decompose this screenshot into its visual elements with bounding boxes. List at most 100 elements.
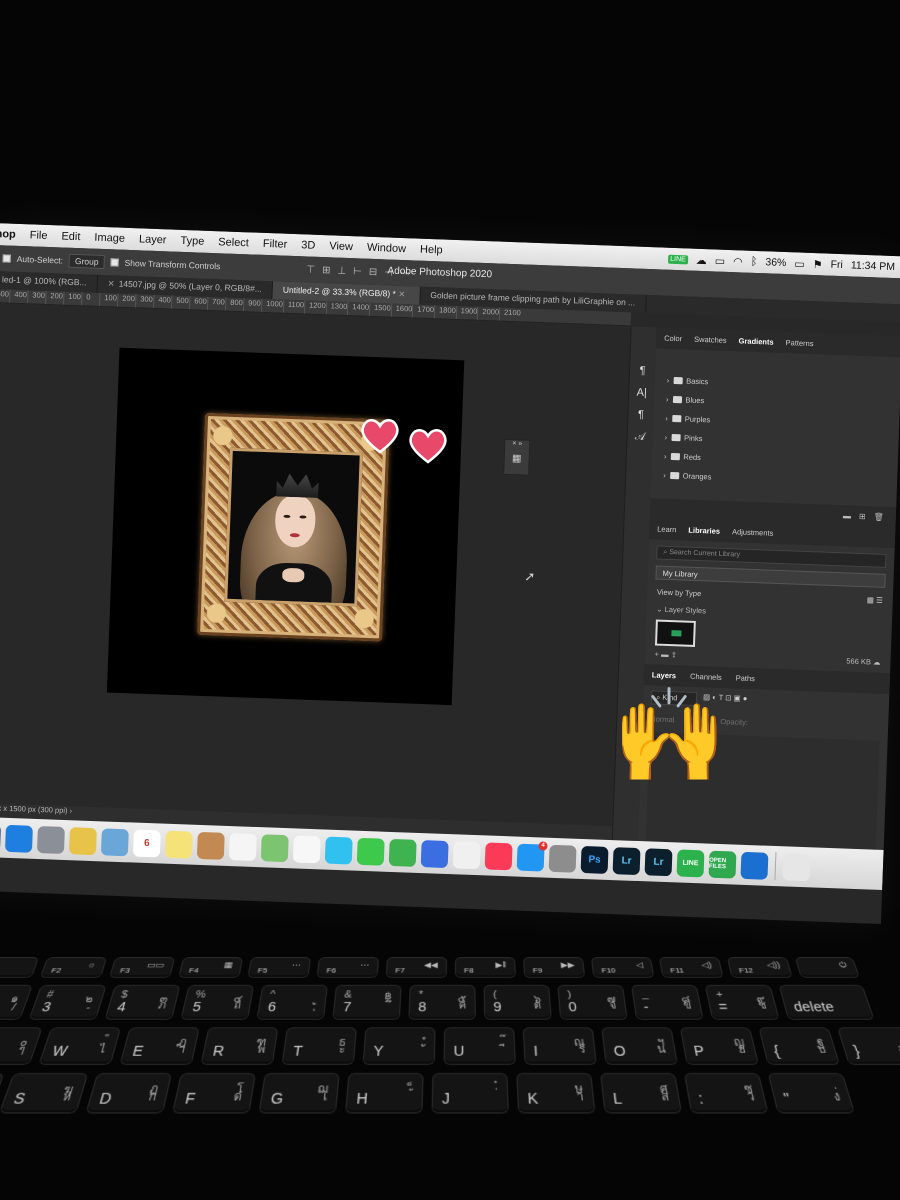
key-j[interactable]: J๋่ bbox=[432, 1074, 508, 1113]
dock-lightroom-icon[interactable]: Lr bbox=[644, 847, 673, 876]
chevron-right-icon[interactable]: › bbox=[664, 433, 667, 442]
dock-quicktime-icon[interactable] bbox=[740, 851, 769, 880]
bluetooth-icon[interactable]: ᛒ bbox=[751, 256, 758, 268]
key-6[interactable]: ^ 6ูุ bbox=[257, 985, 327, 1019]
key-0[interactable]: ) 0 ๗จ bbox=[558, 985, 627, 1019]
align-vcenter-icon[interactable]: ⊞ bbox=[322, 265, 331, 276]
key-f11[interactable]: ◁) F11 bbox=[660, 958, 723, 977]
new-gradient-icon[interactable]: ⊞ bbox=[859, 512, 866, 521]
tab-adjustments[interactable]: Adjustments bbox=[732, 527, 774, 538]
dock-music-icon[interactable] bbox=[484, 841, 513, 870]
status-chevron-icon[interactable]: › bbox=[69, 806, 72, 815]
cloud-icon[interactable]: ☁ bbox=[873, 658, 881, 667]
layer-style-thumbnail[interactable] bbox=[654, 619, 696, 647]
key-u[interactable]: U๊ี bbox=[444, 1028, 515, 1064]
key-f[interactable]: Fโด bbox=[173, 1074, 255, 1113]
dock-news-icon[interactable] bbox=[452, 840, 481, 869]
dock-maps-icon[interactable] bbox=[260, 833, 289, 862]
dock-calendar-icon[interactable]: 6 bbox=[132, 829, 161, 858]
tab-libraries[interactable]: Libraries bbox=[688, 526, 720, 536]
collapsed-properties-panel[interactable]: × » ▦ bbox=[503, 438, 531, 476]
close-tab-icon[interactable]: ✕ bbox=[107, 278, 114, 288]
grid-view-icon[interactable]: ▦ ☰ bbox=[867, 595, 883, 605]
key-g[interactable]: Gฌเ bbox=[259, 1074, 339, 1113]
dock-launchpad-icon[interactable] bbox=[36, 825, 65, 854]
key-f6[interactable]: ⋯ F6 bbox=[317, 958, 378, 977]
tab-color[interactable]: Color bbox=[664, 334, 682, 344]
tab-swatches[interactable]: Swatches bbox=[694, 335, 727, 345]
auto-select-checkbox[interactable] bbox=[2, 254, 11, 263]
canvas-workspace[interactable]: × » ▦ ➚ bbox=[0, 302, 631, 827]
key-t[interactable]: Tธะ bbox=[282, 1028, 356, 1064]
key-{[interactable]: {ฐบ bbox=[759, 1028, 839, 1064]
dock-open-files-icon[interactable]: OPEN FILES bbox=[708, 850, 737, 879]
key-2[interactable]: @2๑/ bbox=[0, 985, 32, 1019]
key-e[interactable]: Eฎำ bbox=[120, 1028, 199, 1064]
dock-system-preferences-icon[interactable] bbox=[548, 844, 577, 873]
tab-patterns[interactable]: Patterns bbox=[785, 338, 813, 348]
paragraph-styles-icon[interactable]: ¶ bbox=[638, 409, 644, 421]
menu-window[interactable]: Window bbox=[360, 241, 414, 255]
key-f12[interactable]: ◁)) F12 bbox=[728, 958, 792, 977]
align-left-icon[interactable]: ⊢ bbox=[353, 266, 362, 277]
key--[interactable]: _ -๘ข bbox=[632, 985, 703, 1019]
key-f3[interactable]: ▭▭ F3 bbox=[110, 958, 174, 977]
key-d[interactable]: Dฏก bbox=[86, 1074, 171, 1113]
key-l[interactable]: Lศส bbox=[601, 1074, 681, 1113]
key-r[interactable]: Rฑพ bbox=[201, 1028, 278, 1064]
flag-icon[interactable]: ⚑ bbox=[813, 258, 823, 271]
tab-gradients[interactable]: Gradients bbox=[738, 336, 773, 346]
key-f8[interactable]: ▶‖ F8 bbox=[455, 958, 515, 977]
tab-channels[interactable]: Channels bbox=[690, 672, 722, 682]
dock-siri-icon[interactable] bbox=[0, 823, 1, 852]
key-3[interactable]: #3 ๒- bbox=[29, 985, 106, 1019]
tab-layers[interactable]: Layers bbox=[652, 670, 677, 680]
key-power[interactable]: ⏻ bbox=[796, 958, 859, 977]
key-o[interactable]: Oฯน bbox=[602, 1028, 677, 1064]
key-f5[interactable]: ⋯ F5 bbox=[248, 958, 310, 977]
chevron-right-icon[interactable]: › bbox=[667, 376, 670, 385]
chevron-right-icon[interactable]: › bbox=[664, 452, 667, 461]
creative-cloud-icon[interactable]: ☁ bbox=[696, 253, 707, 266]
dock-messages-icon[interactable] bbox=[324, 836, 353, 865]
key-i[interactable]: Iณร bbox=[523, 1028, 596, 1064]
menu-layer[interactable]: Layer bbox=[132, 233, 174, 247]
dock-trash-icon[interactable] bbox=[782, 852, 811, 881]
tab-paths[interactable]: Paths bbox=[736, 673, 756, 683]
menu-select[interactable]: Select bbox=[211, 236, 256, 250]
tab-learn[interactable]: Learn bbox=[657, 525, 677, 535]
library-search-input[interactable]: ⌕ Search Current Library bbox=[656, 545, 887, 568]
key-h[interactable]: H็้ bbox=[346, 1074, 423, 1113]
key-}[interactable]: }, ล bbox=[838, 1028, 900, 1064]
menu-type[interactable]: Type bbox=[173, 235, 211, 248]
auto-select-dropdown[interactable]: Group bbox=[68, 253, 105, 270]
key-s[interactable]: Sฆห bbox=[0, 1074, 87, 1113]
collapse-arrows-icon[interactable]: × » bbox=[505, 440, 529, 448]
dock-line-icon[interactable]: LINE bbox=[676, 848, 705, 877]
key-f1[interactable]: F1 bbox=[0, 958, 39, 977]
wifi-icon[interactable]: ◠ bbox=[733, 255, 743, 268]
app-menu-photoshop[interactable]: hop bbox=[0, 228, 23, 241]
align-bottom-icon[interactable]: ⊥ bbox=[337, 265, 346, 276]
document-canvas[interactable] bbox=[106, 347, 465, 706]
dock-sketchbook-icon[interactable] bbox=[68, 826, 97, 855]
key-f4[interactable]: ▦ F4 bbox=[179, 958, 242, 977]
align-hcenter-icon[interactable]: ⊟ bbox=[369, 266, 378, 277]
menu-day[interactable]: Fri bbox=[830, 259, 843, 271]
menu-clock[interactable]: 11:34 PM bbox=[851, 259, 896, 273]
dock-photoshop-icon[interactable]: Ps bbox=[580, 845, 609, 874]
chevron-right-icon[interactable]: › bbox=[666, 395, 669, 404]
dock-reminders-icon[interactable] bbox=[228, 832, 257, 861]
key-q[interactable]: Q๐ๆ bbox=[0, 1028, 42, 1064]
dock-numbers-icon[interactable] bbox=[388, 838, 417, 867]
library-add-icons[interactable]: + ▬ ⇪ bbox=[654, 650, 677, 660]
airplay-icon[interactable]: ▭ bbox=[715, 254, 726, 267]
key-f2[interactable]: ☼ F2 bbox=[41, 958, 106, 977]
dock-photos-icon[interactable] bbox=[292, 834, 321, 863]
menu-edit[interactable]: Edit bbox=[54, 230, 87, 243]
key-8[interactable]: * 8 ๕ค bbox=[409, 985, 475, 1019]
align-top-icon[interactable]: ⊤ bbox=[306, 264, 315, 275]
menu-filter[interactable]: Filter bbox=[256, 238, 295, 251]
menu-image[interactable]: Image bbox=[87, 231, 132, 245]
key-y[interactable]: Yํั bbox=[363, 1028, 435, 1064]
